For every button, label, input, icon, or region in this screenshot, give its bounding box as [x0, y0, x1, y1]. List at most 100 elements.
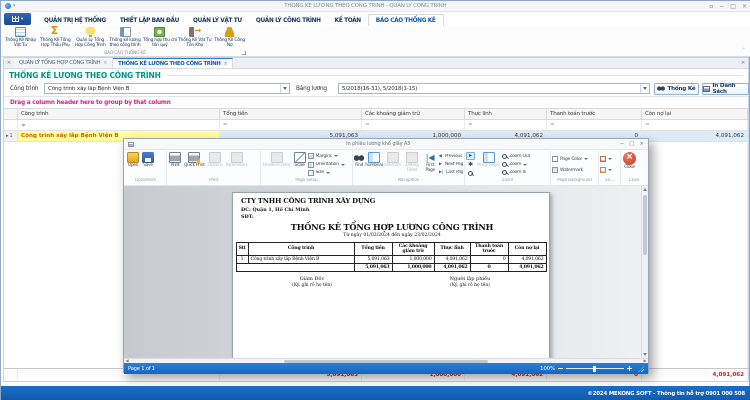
ribbon-tab-quan-ly-vat-tu[interactable]: QUẢN LÝ VẬT TƯ [186, 15, 249, 26]
tab-strip-close-icon[interactable]: × [4, 58, 14, 68]
group-dialog-launcher-icon[interactable] [242, 51, 246, 55]
zoom-button[interactable]: Zoom [502, 162, 530, 167]
toolbar-group-export: Ex... [599, 151, 621, 185]
save-button[interactable]: Save [141, 151, 155, 178]
thumbnails-button[interactable]: Thumbnails [365, 151, 383, 178]
zoom-slider[interactable] [566, 368, 624, 369]
column-header-thuc-linh[interactable]: Thực lĩnh [465, 109, 547, 119]
zoom-in-button[interactable]: Zoom In [502, 170, 530, 175]
ribbon-tab-ke-toan[interactable]: KẾ TOÁN [328, 15, 368, 26]
zoom-out-button[interactable]: Zoom Out [502, 154, 530, 159]
thong-ke-cong-no-button[interactable]: Thống Kê Công Nợ [212, 26, 247, 50]
export-document-button[interactable] [600, 156, 612, 162]
chevron-down-icon[interactable] [280, 84, 289, 93]
filter-cell-tong-tien[interactable]: = [220, 120, 362, 130]
report-table: Stt Công trình Tổng tiền Các khoảng giảm… [236, 242, 547, 273]
window-style-icon[interactable]: ▫ [709, 3, 713, 10]
thong-ke-vat-tu-ton-kho-button[interactable]: Thống Kê Vật Tư Tồn Kho [177, 26, 212, 50]
group-label-close: Close [622, 178, 646, 185]
next-page-button[interactable]: Next Page [439, 162, 463, 167]
cong-trinh-combobox[interactable]: Công trình xây lắp Bệnh Viện B [44, 83, 290, 94]
send-document-button[interactable] [600, 167, 612, 173]
resize-grip[interactable] [638, 366, 644, 372]
column-header-thanh-toan-truoc[interactable]: Thanh toán trước [547, 109, 642, 119]
previous-page-button[interactable]: Previous Page [439, 154, 463, 159]
dialog-minimize-icon[interactable]: − [620, 141, 625, 147]
column-header-cong-trinh[interactable]: Công trình [18, 109, 220, 119]
ribbon-tab-thiet-lap-ban-dau[interactable]: THIẾT LẬP BAN ĐẦU [113, 15, 186, 26]
preview-vertical-scrollbar[interactable] [641, 186, 648, 358]
minimize-icon[interactable]: − [719, 3, 724, 10]
close-preview-button[interactable]: Close [622, 151, 637, 178]
filter-cell-cong-trinh[interactable] [18, 120, 220, 130]
app-menu-button[interactable]: ▾ [4, 13, 31, 25]
find-button[interactable]: Find [354, 151, 364, 178]
dialog-close-icon[interactable]: × [639, 141, 644, 147]
bang-luong-combobox[interactable]: 5/2018(16-31), 5/2018(1-15) [338, 83, 650, 94]
quan-ly-tong-hop-cong-trinh-button[interactable]: Quản Lý Tổng Hợp Công Trình [73, 26, 108, 50]
tab-close-icon[interactable]: × [224, 61, 228, 67]
print-button[interactable]: Print [168, 151, 182, 178]
scroll-down-icon[interactable] [642, 351, 648, 358]
scroll-thumb[interactable] [643, 195, 647, 255]
zoom-slider-thumb[interactable] [593, 366, 596, 372]
ribbon-tab-quan-ly-cong-trinh[interactable]: QUẢN LÝ CÔNG TRÌNH [249, 15, 328, 26]
zoom-in-plus-icon[interactable] [627, 368, 632, 369]
filter-cell-thuc-linh[interactable]: = [465, 120, 547, 130]
scale-button[interactable]: Scale [293, 151, 307, 178]
bulb-icon [85, 27, 96, 37]
grid-filter-row: = = = = = [4, 120, 748, 131]
tong-hop-thu-chi-ton-quy-button[interactable]: Tổng hợp thu chi tồn quỹ [142, 26, 177, 50]
filter-cell-con-no-lai[interactable]: = [642, 120, 748, 130]
page-color-button[interactable]: Page Color [552, 156, 588, 162]
column-header-giam-tru[interactable]: Các khoảng giảm trừ [362, 109, 465, 119]
size-icon [308, 170, 314, 176]
ribbon-tab-bao-cao-thong-ke[interactable]: BÁO CÁO THỐNG KÊ [368, 14, 444, 26]
group-by-hint-row[interactable]: Drag a column header here to group by th… [4, 96, 748, 108]
app-menu-grid-icon [12, 16, 19, 22]
tab-close-icon[interactable]: × [103, 60, 107, 66]
row-indicator-cell: ▸ 1 [4, 131, 18, 141]
column-header-con-no-lai[interactable]: Còn nợ lại [642, 109, 748, 119]
dialog-maximize-icon[interactable]: □ [629, 141, 634, 147]
thong-ke-tong-hop-thau-phu-button[interactable]: Thống Kê Tổng Hợp Thầu Phụ [38, 26, 73, 50]
zoom-out-minus-icon[interactable] [558, 368, 563, 369]
tab-quan-ly-tong-hop-cong-trinh[interactable]: QUẢN LÝ TỔNG HỢP CÔNG TRÌNH × [14, 58, 113, 68]
many-pages-button[interactable]: Many Pages [476, 151, 501, 178]
filter-cell-giam-tru[interactable]: = [362, 120, 465, 130]
orientation-button[interactable]: Orientation [308, 162, 345, 168]
tab-thong-ke-luong-theo-cong-trinh[interactable]: THỐNG KÊ LƯƠNG THEO CÔNG TRÌNH × [113, 58, 233, 68]
in-danh-sach-button[interactable]: In Danh Sách [702, 83, 749, 95]
first-page-button[interactable]: First Page [423, 151, 438, 178]
scroll-up-icon[interactable] [642, 186, 648, 193]
watermark-button[interactable]: Watermark [552, 167, 588, 173]
open-button[interactable]: Open [126, 151, 140, 178]
ribbon-collapse-icon[interactable]: ˄ [743, 48, 746, 54]
bang-luong-label: Bảng lương [296, 86, 327, 92]
size-button[interactable]: Size [308, 170, 345, 176]
panel-close-icon[interactable]: × [738, 58, 748, 68]
quick-print-button[interactable]: Quick Print [183, 151, 206, 178]
scale-icon [294, 152, 306, 163]
column-header-tong-tien[interactable]: Tổng tiền [220, 109, 362, 119]
zoom-cursor-icon[interactable] [466, 169, 475, 177]
last-page-button[interactable]: Last Page [439, 170, 463, 175]
parameters-label: Parameters [226, 164, 248, 169]
ribbon-tab-quan-tri-he-thong[interactable]: QUẢN TRỊ HỆ THỐNG [37, 15, 113, 26]
dialog-titlebar[interactable]: In phiếu lương khổ giấy A5 − □ × [124, 139, 648, 150]
filter-cell-thanh-toan-truoc[interactable]: = [547, 120, 642, 130]
quick-access-caret-icon[interactable]: ▾ [13, 3, 16, 9]
hand-tool-icon[interactable]: ✱ [466, 161, 475, 169]
cell-con-no-lai[interactable]: 4,091,062 [642, 131, 748, 141]
margins-button[interactable]: Margins [308, 153, 345, 159]
thong-ke-nhap-vat-tu-button[interactable]: Thống Kê Nhập Vật Tư [3, 26, 38, 50]
thong-ke-luong-theo-cong-trinh-button[interactable]: Thống kê lương theo công trình [108, 26, 143, 50]
chevron-down-icon[interactable] [640, 84, 649, 93]
app-icon [5, 3, 11, 9]
maximize-icon[interactable]: □ [730, 3, 736, 10]
thong-ke-label: Thống Kê [667, 86, 695, 92]
close-icon[interactable]: × [742, 3, 747, 10]
pointer-tool-icon[interactable]: ▸ [466, 152, 475, 160]
last-page-label: Last Page [446, 170, 463, 175]
thong-ke-button[interactable]: Thống Kê [654, 83, 699, 95]
